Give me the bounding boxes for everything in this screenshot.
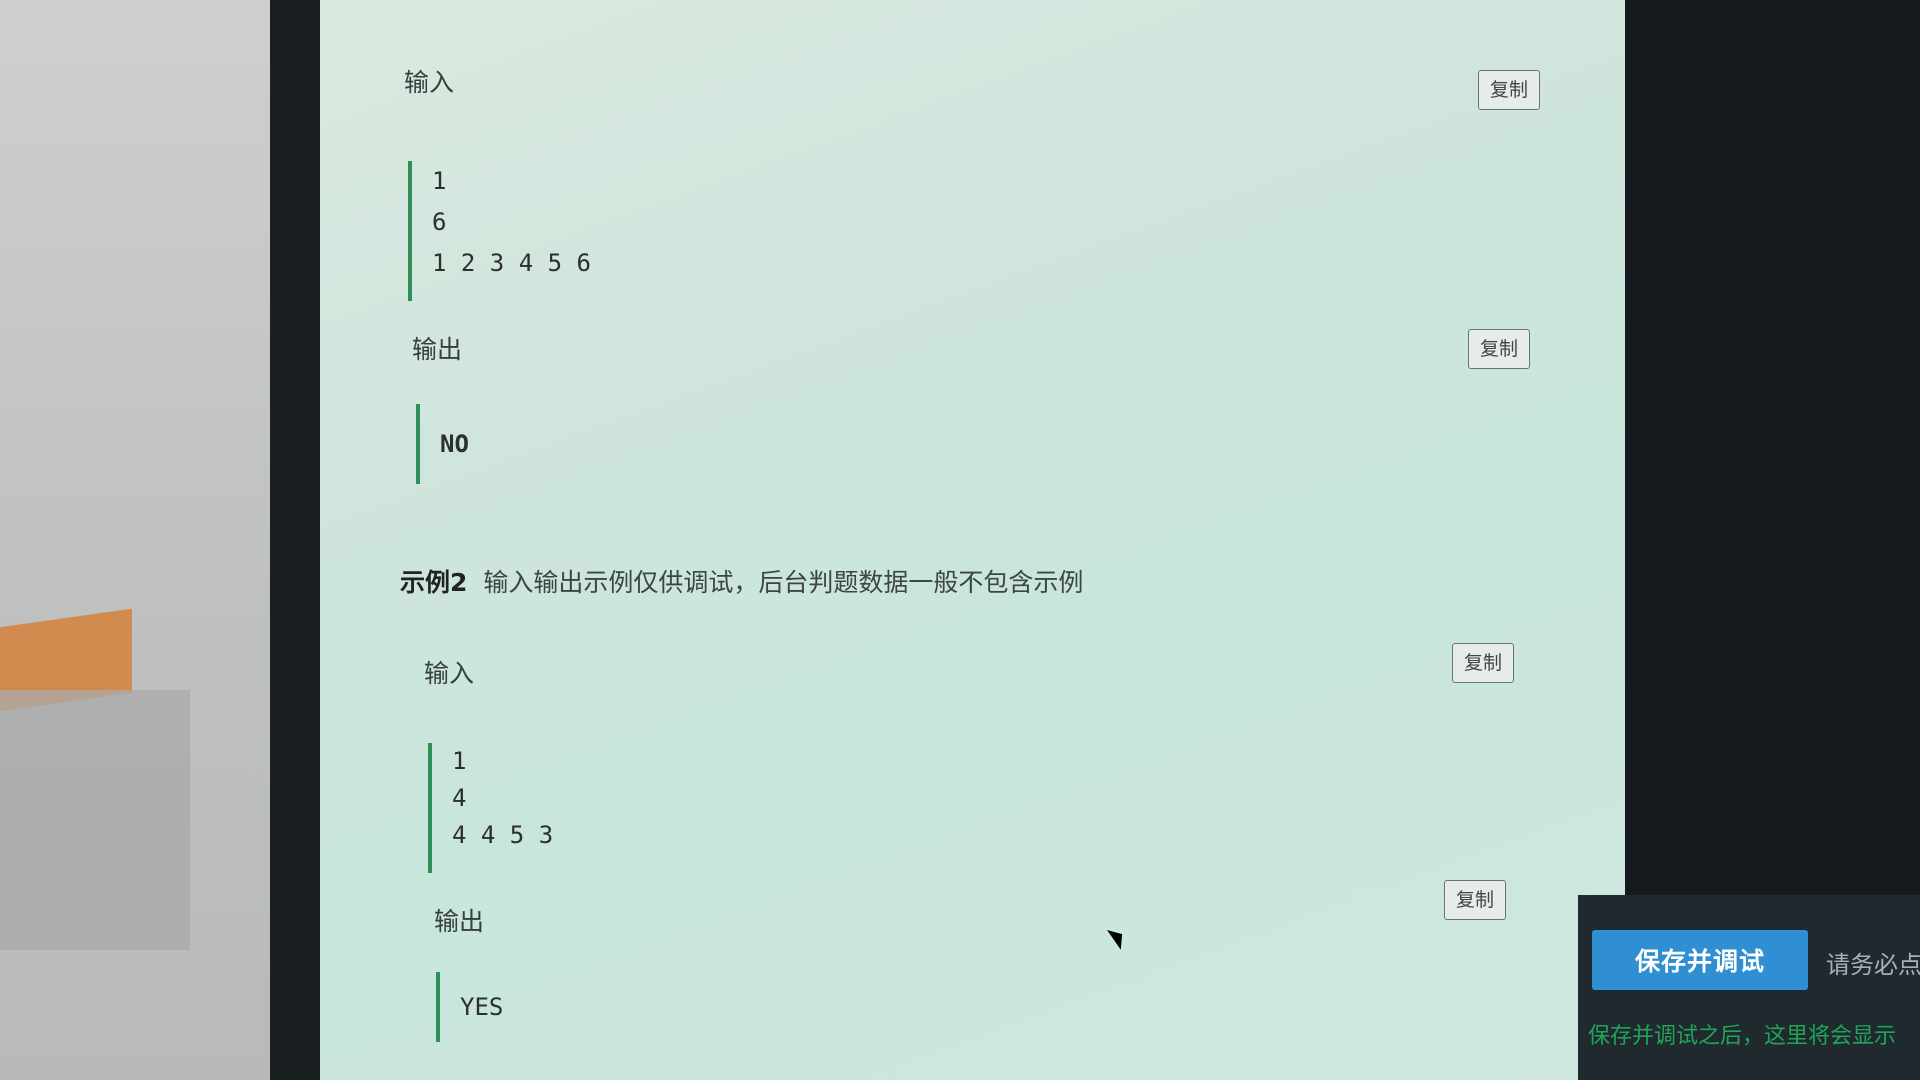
sample2-output-label: 输出 [434, 907, 485, 936]
sample2-output-box: YES [436, 972, 503, 1042]
sample1-output-box: NO [416, 404, 469, 484]
sample2-input-line-1: 1 [452, 747, 467, 775]
sample2-title: 示例2 [400, 568, 468, 597]
sample1-input-line-1: 1 [432, 167, 447, 195]
sample2-input-line-2: 4 [452, 784, 467, 812]
sample1-output-label: 输出 [412, 335, 463, 364]
sample1-input-line-3: 1 2 3 4 5 6 [432, 249, 591, 277]
sample2-header: 示例2 输入输出示例仅供调试，后台判题数据一般不包含示例 [400, 563, 1083, 599]
sample2-output-line-1: YES [460, 993, 504, 1021]
sample2-input-line-3: 4 4 5 3 [452, 821, 554, 849]
sample2-output-copy-button[interactable]: 复制 [1444, 880, 1506, 920]
sample1-input-copy-button[interactable]: 复制 [1478, 70, 1540, 110]
screen-photo: 输入 复制 1 6 1 2 3 4 5 6 输出 复制 NO 示例2 输入输出示例… [0, 0, 1920, 1080]
sample2-input-box: 1 4 4 4 5 3 [428, 743, 553, 873]
sample1-input-label: 输入 [404, 68, 455, 97]
sample1-input-box: 1 6 1 2 3 4 5 6 [408, 161, 591, 301]
desk-items [0, 690, 190, 950]
sample2-input-label: 输入 [424, 659, 475, 688]
sample2-input-copy-button[interactable]: 复制 [1452, 643, 1514, 683]
sample1-output-copy-button[interactable]: 复制 [1468, 329, 1530, 369]
must-click-hint: 请务必点 [1826, 951, 1920, 979]
save-debug-note: 保存并调试之后，这里将会显示 [1588, 1024, 1897, 1049]
sample1-output-line-1: NO [440, 430, 469, 458]
sample1-input-line-2: 6 [432, 208, 447, 236]
save-and-debug-button[interactable]: 保存并调试 [1592, 930, 1808, 990]
sample2-note: 输入输出示例仅供调试，后台判题数据一般不包含示例 [483, 568, 1084, 597]
